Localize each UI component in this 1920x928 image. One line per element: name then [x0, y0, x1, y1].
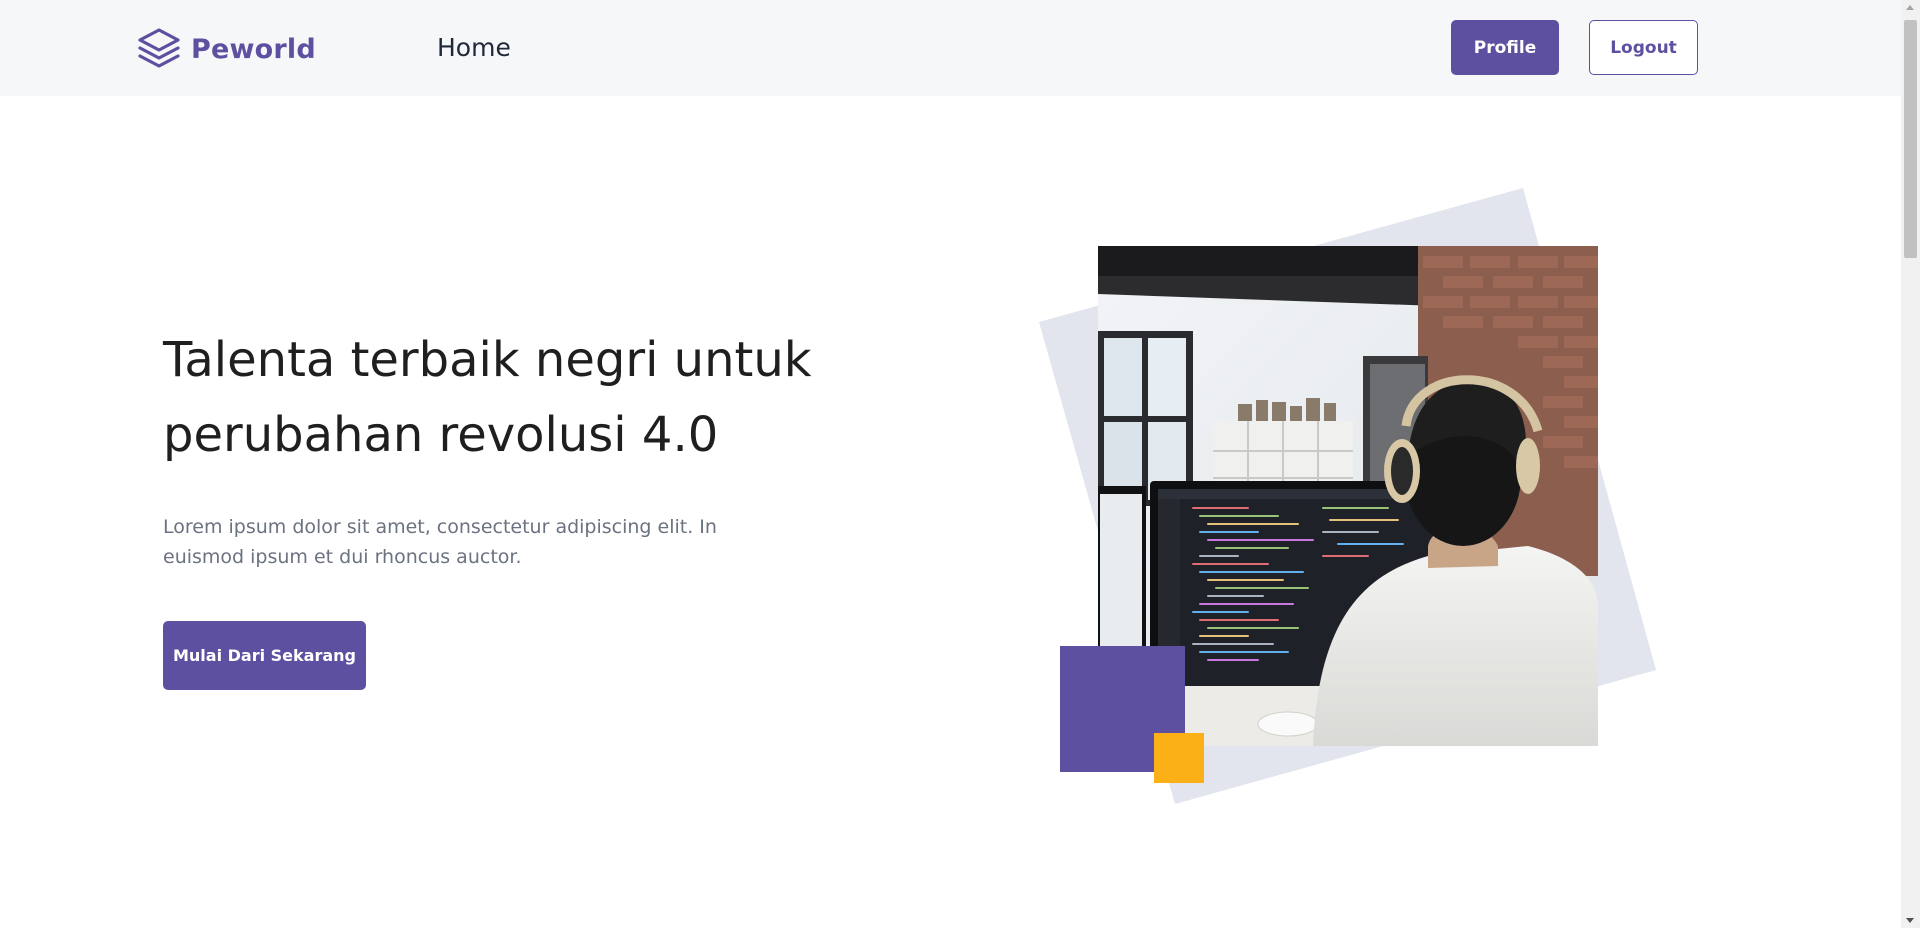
hero-title: Talenta terbaik negri untuk perubahan re… [163, 332, 812, 463]
get-started-button[interactable]: Mulai Dari Sekarang [163, 621, 366, 690]
brand-name: Peworld [191, 33, 316, 65]
hero-description: Lorem ipsum dolor sit amet, consectetur … [163, 516, 717, 568]
brand-logo[interactable]: Peworld [137, 26, 316, 72]
scrollbar-thumb[interactable] [1904, 20, 1917, 258]
logout-button[interactable]: Logout [1589, 20, 1698, 75]
layers-stack-icon [138, 28, 180, 68]
navbar: Peworld Home Profile Logout [0, 0, 1901, 96]
arrow-up-icon[interactable] [1906, 5, 1914, 10]
decor-square-yellow [1154, 733, 1204, 783]
nav-link-home[interactable]: Home [437, 30, 511, 66]
vertical-scrollbar[interactable] [1901, 0, 1920, 928]
profile-button[interactable]: Profile [1451, 20, 1559, 75]
arrow-down-icon[interactable] [1906, 918, 1914, 923]
